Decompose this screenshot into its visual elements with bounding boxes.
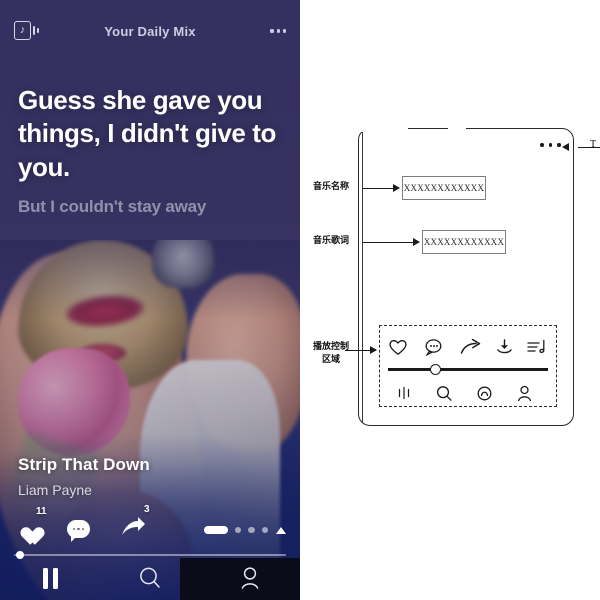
share-button[interactable]: 3 (120, 504, 150, 538)
search-button[interactable] (100, 565, 200, 591)
track-artist: Liam Payne (18, 482, 92, 498)
lyric-next-line: But I couldn't stay away (18, 196, 207, 216)
phone-outline (358, 128, 574, 426)
share-count: 3 (144, 504, 150, 515)
like-icon[interactable] (388, 338, 408, 356)
search-icon (140, 567, 160, 588)
music-name-box: XXXXXXXXXXXX (402, 176, 486, 200)
callout-music-name-arrow (393, 184, 400, 192)
phone-notch-gap (352, 120, 408, 132)
control-top-icon-row (388, 332, 548, 362)
playlist-icon[interactable] (526, 338, 548, 356)
chevron-up-icon[interactable] (276, 526, 286, 534)
diagram-guide-line (362, 132, 363, 422)
pause-icon (42, 567, 58, 589)
download-icon[interactable] (495, 338, 514, 356)
track-info: Strip That Down Liam Payne (18, 455, 150, 498)
pause-button[interactable] (0, 567, 100, 589)
callout-music-lyrics-line (362, 242, 414, 243)
callout-music-name-line (362, 188, 394, 189)
comment-bubble-icon (67, 520, 90, 542)
screenshot-root: ♪ Your Daily Mix Guess she gave you thin… (0, 0, 600, 600)
album-artwork-photo (0, 240, 300, 600)
lyrics-block: Guess she gave you things, I didn't give… (18, 84, 280, 217)
music-note-speaker-icon[interactable]: ♪ (14, 21, 40, 41)
comment-icon[interactable] (424, 338, 444, 357)
search-icon[interactable] (435, 385, 454, 402)
person-icon[interactable] (515, 385, 534, 402)
slider-knob[interactable] (430, 363, 441, 375)
callout-music-lyrics-arrow (413, 238, 420, 246)
page-indicator[interactable] (203, 526, 286, 534)
profile-icon (241, 567, 259, 589)
callout-playback-control-area-label: 播放控制 区域 (312, 342, 349, 366)
share-icon[interactable] (460, 338, 484, 356)
phone-notch-gap-2 (448, 120, 466, 132)
more-horizontal-icon[interactable] (540, 143, 561, 147)
music-lyrics-box: XXXXXXXXXXXX (422, 230, 506, 254)
wireframe-diagram-pane: XXXXXXXXXXXX XXXXXXXXXXXX 音乐名称 音乐歌词 播放控制… (300, 0, 600, 600)
bottom-nav-bar (0, 556, 300, 600)
action-row: 11 3 (16, 504, 286, 542)
track-title: Strip That Down (18, 455, 150, 474)
control-bottom-icon-row (388, 380, 548, 406)
like-count: 11 (36, 506, 47, 517)
heart-icon (16, 518, 38, 538)
more-horizontal-icon[interactable] (260, 29, 286, 33)
lyric-active-line: Guess she gave you things, I didn't give… (18, 85, 277, 182)
playback-control-area (379, 325, 557, 407)
like-button[interactable]: 11 (16, 506, 47, 538)
music-app-pane: ♪ Your Daily Mix Guess she gave you thin… (0, 0, 300, 600)
equalizer-icon[interactable] (396, 385, 414, 401)
edge-callout-arrow (562, 143, 569, 151)
app-top-bar: ♪ Your Daily Mix (0, 16, 300, 46)
progress-slider[interactable] (388, 363, 548, 375)
page-title: Your Daily Mix (104, 23, 196, 39)
comment-button[interactable] (67, 520, 90, 542)
share-arrow-icon (120, 516, 146, 538)
headphones-icon[interactable] (475, 385, 494, 402)
callout-music-name-label: 音乐名称 (312, 182, 349, 192)
edge-label: T (590, 139, 597, 150)
profile-button[interactable] (200, 565, 300, 591)
callout-playback-arrow (370, 346, 377, 354)
callout-music-lyrics-label: 音乐歌词 (312, 236, 349, 246)
callout-playback-leader (345, 350, 370, 351)
